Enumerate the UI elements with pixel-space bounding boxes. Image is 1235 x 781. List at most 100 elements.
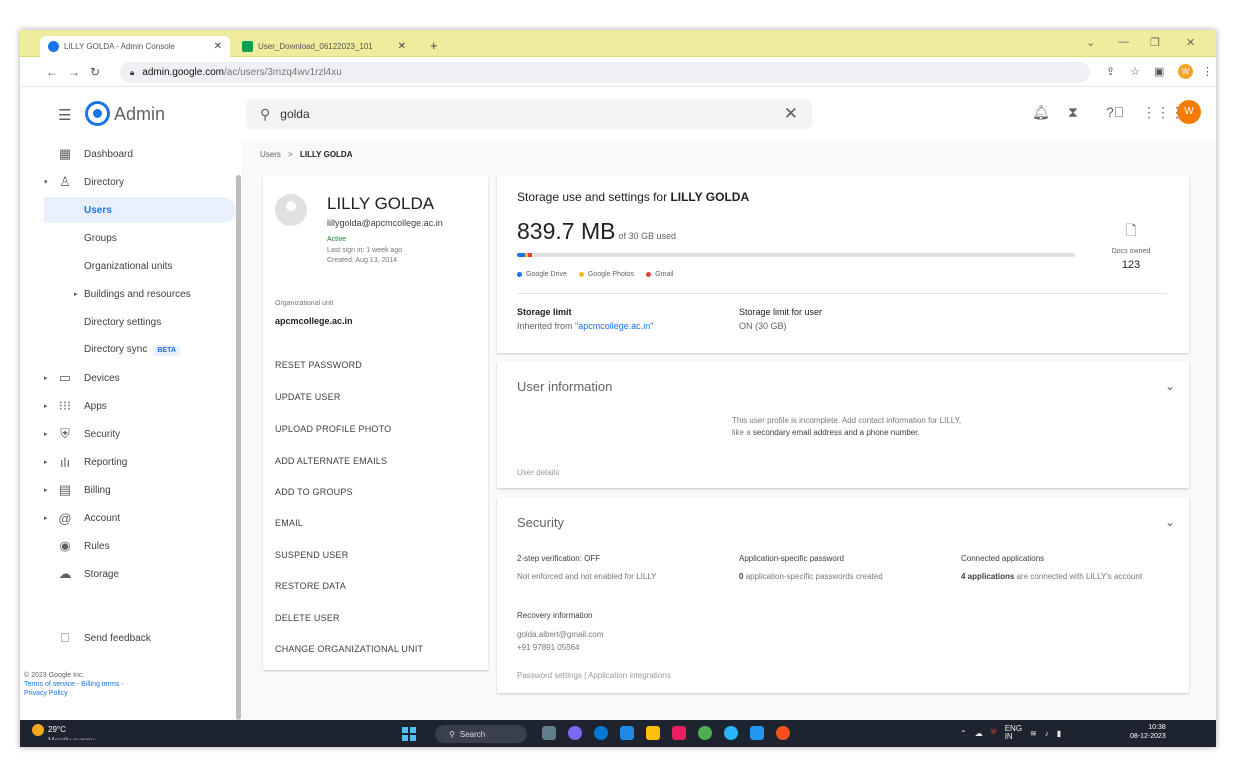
browser-profile-avatar[interactable]: W <box>1178 64 1193 79</box>
chrome-alt-icon[interactable] <box>776 726 790 740</box>
email-button[interactable]: EMAIL <box>275 518 303 528</box>
sidebar-item-account[interactable]: ▸ @ Account <box>20 505 236 531</box>
privacy-link[interactable]: Privacy Policy <box>24 690 68 697</box>
storage-title-name: LILLY GOLDA <box>670 190 750 204</box>
app-icon[interactable] <box>724 726 738 740</box>
task-view-icon[interactable] <box>542 726 556 740</box>
clear-search-icon[interactable]: ✕ <box>784 104 798 124</box>
sidebar-item-directory[interactable]: ▾ ♙ Directory <box>20 169 236 195</box>
add-to-groups-button[interactable]: ADD TO GROUPS <box>275 487 353 497</box>
restore-icon[interactable]: ❐ <box>1150 36 1160 49</box>
add-alternate-emails-button[interactable]: ADD ALTERNATE EMAILS <box>275 456 387 466</box>
bookmark-star-icon[interactable]: ☆ <box>1130 65 1140 78</box>
close-window-icon[interactable]: ✕ <box>1186 36 1195 49</box>
sidebar-item-security[interactable]: ▸ ⛨ Security <box>20 421 236 447</box>
dashboard-icon: ▦ <box>58 146 72 161</box>
chevron-down-icon[interactable]: ⌄ <box>1165 515 1175 529</box>
file-explorer-icon[interactable] <box>646 726 660 740</box>
reset-password-button[interactable]: RESET PASSWORD <box>275 360 362 370</box>
new-tab-icon[interactable]: + <box>430 38 438 53</box>
taskbar-search[interactable]: ⚲ Search <box>435 725 527 743</box>
sidebar-item-label: Reporting <box>84 456 128 468</box>
change-org-unit-button[interactable]: CHANGE ORGANIZATIONAL UNIT <box>275 644 423 654</box>
breadcrumb-users-link[interactable]: Users <box>260 150 281 159</box>
sidebar-item-dashboard[interactable]: ▦ Dashboard <box>20 141 236 167</box>
more-menu-icon[interactable]: ⋮ <box>1202 65 1213 78</box>
url-bar[interactable]: 🔒︎ admin.google.com/ac/users/3mzq4wv1rzl… <box>120 62 1090 83</box>
side-panel-icon[interactable]: ▣ <box>1154 65 1164 78</box>
tab-user-download[interactable]: User_Download_06122023_101 ✕ <box>234 36 414 57</box>
battery-icon[interactable]: ▮ <box>1057 729 1061 738</box>
user-information-card[interactable]: User information ⌄ This user profile is … <box>497 361 1189 488</box>
sidebar-scrollbar[interactable] <box>236 175 241 720</box>
sidebar-item-users[interactable]: Users <box>44 197 236 223</box>
weather-widget[interactable]: 29°CMostly sunny <box>32 724 95 740</box>
chevron-up-icon[interactable]: ⌃ <box>960 729 967 738</box>
back-icon[interactable]: ← <box>46 65 58 79</box>
tab-admin-console[interactable]: LILLY GOLDA - Admin Console ✕ <box>40 36 230 57</box>
sidebar-item-org-units[interactable]: Organizational units <box>20 253 236 279</box>
terms-link[interactable]: Terms of service - Billing terms - <box>24 681 124 688</box>
wifi-icon[interactable]: ≋ <box>1030 729 1037 738</box>
sidebar-item-storage[interactable]: ☁︎ Storage <box>20 561 236 587</box>
sidebar-item-billing[interactable]: ▸ ▤ Billing <box>20 477 236 503</box>
sidebar-item-directory-settings[interactable]: Directory settings <box>20 309 236 335</box>
store-icon[interactable] <box>620 726 634 740</box>
help-icon[interactable]: ?⃝ <box>1106 104 1124 120</box>
org-unit-value[interactable]: apcmcollege.ac.in <box>275 316 353 326</box>
storage-title: Storage use and settings for LILLY GOLDA <box>517 190 749 204</box>
language-indicator[interactable]: ENG IN <box>1005 725 1022 741</box>
clock[interactable]: 10:38 08-12-2023 <box>1130 723 1166 741</box>
forward-icon[interactable]: → <box>68 65 80 79</box>
reload-icon[interactable]: ↻ <box>90 65 100 79</box>
feedback-icon: ⎕ <box>61 630 69 645</box>
volume-icon[interactable]: ♪ <box>1045 729 1049 738</box>
address-row: ← → ↻ 🔒︎ admin.google.com/ac/users/3mzq4… <box>20 57 1216 87</box>
sidebar-item-buildings[interactable]: ▸ Buildings and resources <box>20 281 236 307</box>
app-title[interactable]: Admin <box>114 104 165 125</box>
upload-profile-photo-button[interactable]: UPLOAD PROFILE PHOTO <box>275 424 391 434</box>
chrome-icon[interactable] <box>698 726 712 740</box>
account-avatar[interactable]: W <box>1177 100 1201 124</box>
shield-tray-icon[interactable]: ⛨ <box>991 728 997 738</box>
sidebar-item-devices[interactable]: ▸ ▭ Devices <box>20 365 236 391</box>
suspend-user-button[interactable]: SUSPEND USER <box>275 550 348 560</box>
close-tab-icon[interactable]: ✕ <box>398 41 406 52</box>
windows-start-icon[interactable] <box>402 727 416 741</box>
screenshot-frame: LILLY GOLDA - Admin Console ✕ User_Downl… <box>20 30 1216 747</box>
cloud-sync-icon[interactable]: ☁︎ <box>975 729 983 738</box>
docs-owned[interactable]: 🗋︎ Docs owned 123 <box>1095 220 1167 271</box>
search-input[interactable]: ⚲ golda ✕ <box>246 99 812 129</box>
search-icon: ⚲ <box>260 105 271 122</box>
url-host: admin.google.com <box>142 67 224 78</box>
storage-card: Storage use and settings for LILLY GOLDA… <box>497 176 1189 353</box>
two-step-label: 2-step verification: OFF <box>517 554 601 563</box>
security-links[interactable]: Password settings | Application integrat… <box>517 671 671 680</box>
delete-user-button[interactable]: DELETE USER <box>275 613 340 623</box>
sidebar-item-groups[interactable]: Groups <box>20 225 236 251</box>
user-details-link[interactable]: User details <box>517 468 559 477</box>
security-card[interactable]: Security ⌄ 2-step verification: OFF Not … <box>497 497 1189 693</box>
chat-icon[interactable] <box>568 726 582 740</box>
admin-favicon-icon <box>48 41 59 52</box>
chevron-down-icon[interactable]: ⌄ <box>1086 36 1095 49</box>
sidebar-item-rules[interactable]: ◉ Rules <box>20 533 236 559</box>
notifications-bell-icon[interactable]: 🔔︎ <box>1032 104 1050 121</box>
sidebar-item-directory-sync[interactable]: Directory sync BETA <box>20 337 236 363</box>
sidebar-item-reporting[interactable]: ▸ ılı Reporting <box>20 449 236 475</box>
close-tab-icon[interactable]: ✕ <box>214 41 222 52</box>
main-menu-icon[interactable]: ☰ <box>58 106 71 124</box>
edge-icon[interactable] <box>594 726 608 740</box>
credit-card-icon: ▤ <box>58 482 72 497</box>
word-icon[interactable] <box>750 726 764 740</box>
update-user-button[interactable]: UPDATE USER <box>275 392 341 402</box>
share-icon[interactable]: ⇪ <box>1106 65 1115 78</box>
restore-data-button[interactable]: RESTORE DATA <box>275 581 346 591</box>
sidebar-item-apps[interactable]: ▸ ⁝⁝⁝ Apps <box>20 393 236 419</box>
chevron-down-icon[interactable]: ⌄ <box>1165 379 1175 393</box>
send-feedback-button[interactable]: ⎕ Send feedback <box>20 625 236 651</box>
photos-icon[interactable] <box>672 726 686 740</box>
storage-limit-link[interactable]: "apcmcollege.ac.in" <box>575 321 653 331</box>
tasks-hourglass-icon[interactable]: ⧗ <box>1068 104 1078 121</box>
minimize-icon[interactable]: — <box>1118 36 1129 48</box>
